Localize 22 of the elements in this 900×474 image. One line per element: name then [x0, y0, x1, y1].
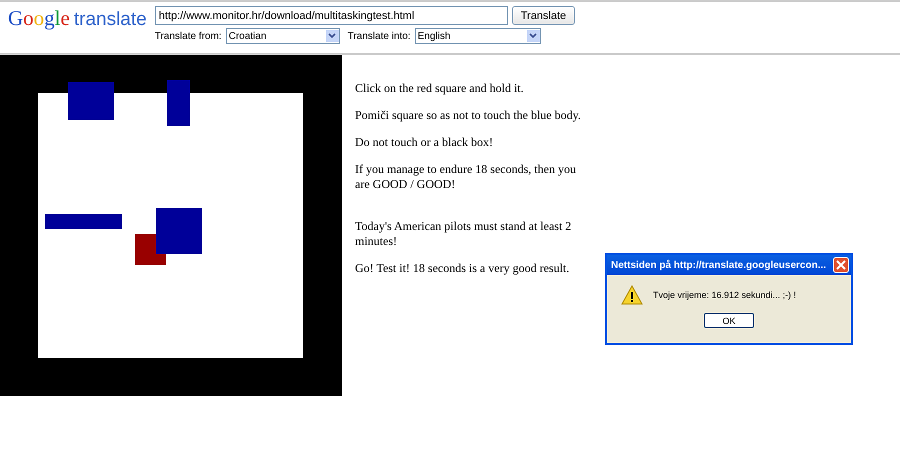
logo-product-name: translate	[74, 9, 147, 31]
target-language-select[interactable]: English	[414, 28, 541, 44]
close-icon[interactable]	[833, 257, 849, 273]
logo-wordmark: Google	[8, 6, 70, 31]
instruction-paragraph: Pomiči square so as not to touch the blue body.	[355, 108, 582, 123]
source-language-label: Translate from:	[154, 30, 222, 42]
instruction-paragraph: Go! Test it! 18 seconds is a very good result.	[355, 261, 570, 276]
obstacle-block	[68, 82, 114, 120]
obstacle-block	[167, 80, 190, 126]
instruction-paragraph: Click on the red square and hold it.	[355, 81, 525, 96]
dialog-title: Nettsiden på http://translate.googleusercon...	[611, 260, 826, 270]
url-field[interactable]: http://www.monitor.hr/download/multitaskingtest.html	[154, 6, 508, 25]
warning-icon	[621, 285, 643, 305]
instruction-paragraph: If you manage to endure 18 seconds, then you are GOOD / GOOD!	[355, 162, 577, 192]
instruction-paragraph: Do not touch or a black box!	[355, 135, 494, 150]
source-language-select[interactable]: Croatian	[226, 28, 340, 44]
translate-button[interactable]: Translate	[512, 6, 576, 25]
instruction-paragraph: Today's American pilots must stand at least 2 minutes!	[355, 219, 572, 249]
target-language-label: Translate into:	[348, 30, 411, 42]
obstacle-block	[156, 208, 202, 254]
dialog-message: Tvoje vrijeme: 16.912 sekundi... ;-) !	[653, 290, 796, 300]
ok-button[interactable]: OK	[704, 313, 754, 328]
